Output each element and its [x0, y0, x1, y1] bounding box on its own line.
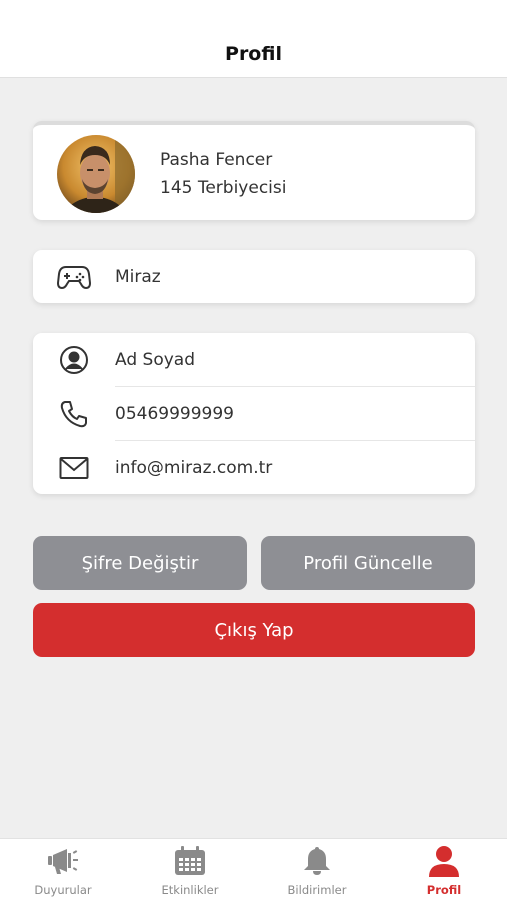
- divider: [115, 440, 475, 441]
- mail-icon: [57, 451, 91, 485]
- tab-announcements[interactable]: Duyurular: [0, 839, 126, 900]
- page-title: Profil: [225, 43, 282, 65]
- full-name-field: Ad Soyad: [115, 350, 195, 370]
- email-field[interactable]: info@miraz.com.tr: [115, 458, 272, 478]
- tab-label: Duyurular: [34, 883, 92, 897]
- tab-label: Etkinlikler: [161, 883, 219, 897]
- bell-icon: [301, 845, 333, 877]
- tab-events[interactable]: Etkinlikler: [127, 839, 253, 900]
- tab-label: Profil: [426, 883, 462, 897]
- tab-notifications[interactable]: Bildirimler: [254, 839, 380, 900]
- update-profile-button[interactable]: Profil Güncelle: [261, 536, 475, 590]
- top-bar: Profil: [0, 0, 507, 78]
- change-password-button[interactable]: Şifre Değiştir: [33, 536, 247, 590]
- tab-label: Bildirimler: [287, 883, 347, 897]
- profile-role: 145 Terbiyecisi: [160, 178, 287, 198]
- megaphone-icon: [47, 845, 79, 877]
- divider: [115, 386, 475, 387]
- profile-name: Pasha Fencer: [160, 150, 273, 170]
- user-circle-icon: [57, 343, 91, 377]
- avatar: [57, 135, 135, 213]
- tab-bar: Duyurular Etkinlikler Bildirimler Profil: [0, 838, 507, 900]
- person-icon: [428, 845, 460, 877]
- contact-card: Ad Soyad 05469999999 info@miraz.com.tr: [33, 333, 475, 494]
- profile-card: Pasha Fencer 145 Terbiyecisi: [33, 121, 475, 220]
- game-card[interactable]: Miraz: [33, 250, 475, 303]
- gamepad-icon: [57, 260, 91, 294]
- tab-profile[interactable]: Profil: [381, 839, 507, 900]
- calendar-icon: [174, 845, 206, 877]
- logout-button[interactable]: Çıkış Yap: [33, 603, 475, 657]
- game-label: Miraz: [115, 267, 161, 287]
- phone-icon: [57, 397, 91, 431]
- phone-field[interactable]: 05469999999: [115, 404, 234, 424]
